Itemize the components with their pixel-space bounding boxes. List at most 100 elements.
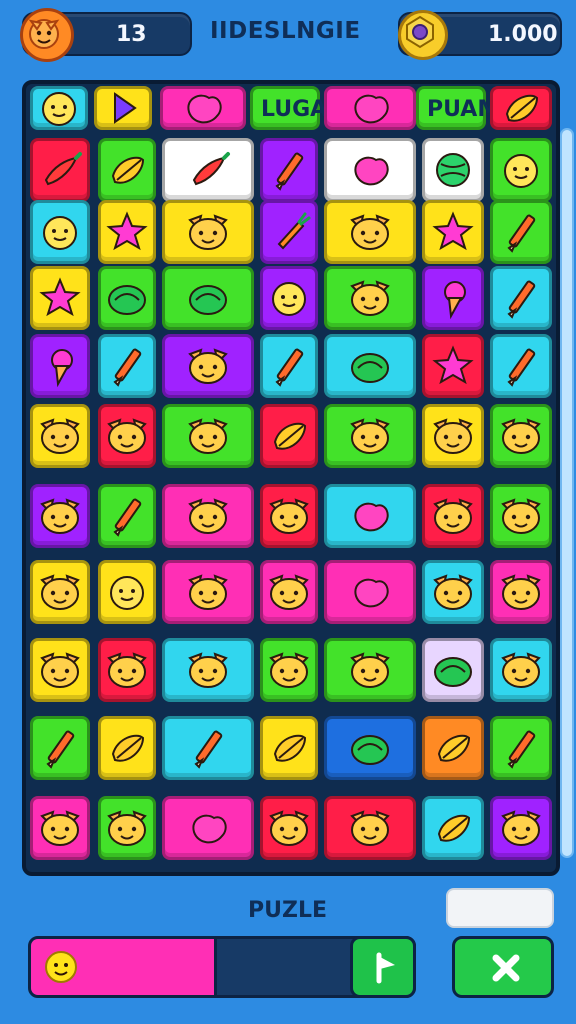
board-tile[interactable] bbox=[260, 404, 318, 468]
blob-icon bbox=[175, 80, 231, 136]
board-tile[interactable] bbox=[260, 266, 318, 330]
board-tile[interactable] bbox=[260, 138, 318, 202]
cat-icon bbox=[99, 408, 155, 464]
board-tile[interactable]: PUAME bbox=[416, 86, 514, 130]
board-tile[interactable] bbox=[260, 560, 318, 624]
board-tile[interactable] bbox=[324, 200, 416, 264]
board-tile[interactable] bbox=[30, 484, 90, 548]
board-tile[interactable] bbox=[98, 560, 156, 624]
board-tile[interactable] bbox=[324, 638, 416, 702]
level-value: 13 bbox=[116, 22, 147, 47]
board-tile[interactable] bbox=[98, 334, 156, 398]
board-tile[interactable] bbox=[98, 484, 156, 548]
board-tile[interactable] bbox=[324, 404, 416, 468]
cat-icon bbox=[493, 408, 549, 464]
board-tile[interactable] bbox=[422, 716, 484, 780]
board-tile[interactable] bbox=[162, 716, 254, 780]
board-tile[interactable] bbox=[30, 404, 90, 468]
bear-icon bbox=[342, 642, 398, 698]
board-tile[interactable] bbox=[490, 334, 552, 398]
board-tile[interactable] bbox=[98, 404, 156, 468]
board-tile[interactable] bbox=[260, 334, 318, 398]
board-tile[interactable] bbox=[490, 796, 552, 860]
board-tile[interactable] bbox=[98, 796, 156, 860]
board-tile[interactable] bbox=[324, 86, 416, 130]
board-tile[interactable] bbox=[260, 716, 318, 780]
board-tile[interactable] bbox=[30, 200, 90, 264]
pepper-icon bbox=[32, 142, 88, 198]
board-tile[interactable] bbox=[98, 138, 156, 202]
board-tile[interactable] bbox=[422, 560, 484, 624]
board-tile[interactable] bbox=[490, 266, 552, 330]
cat-icon bbox=[342, 204, 398, 260]
board-tile[interactable] bbox=[490, 138, 552, 202]
board-tile[interactable] bbox=[422, 638, 484, 702]
go-button[interactable] bbox=[350, 936, 416, 998]
board-tile[interactable] bbox=[162, 484, 254, 548]
board-tile[interactable] bbox=[422, 138, 484, 202]
bear-icon bbox=[32, 488, 88, 544]
board-tile[interactable] bbox=[324, 484, 416, 548]
board-tile[interactable] bbox=[162, 200, 254, 264]
board-tile[interactable] bbox=[422, 334, 484, 398]
board-tile[interactable] bbox=[30, 138, 90, 202]
board-tile[interactable] bbox=[162, 266, 254, 330]
leaf-icon bbox=[99, 142, 155, 198]
board-tile[interactable] bbox=[98, 200, 156, 264]
board-tile[interactable] bbox=[324, 138, 416, 202]
board-tile[interactable] bbox=[30, 86, 88, 130]
board-tile[interactable] bbox=[490, 200, 552, 264]
board-tile[interactable] bbox=[98, 716, 156, 780]
blob-icon bbox=[342, 564, 398, 620]
board-tile[interactable] bbox=[324, 716, 416, 780]
avatar-icon[interactable] bbox=[20, 8, 74, 62]
board-tile[interactable] bbox=[162, 560, 254, 624]
board-tile[interactable] bbox=[162, 404, 254, 468]
board-tile[interactable] bbox=[260, 200, 318, 264]
puzzle-label: PUZLE bbox=[248, 898, 327, 923]
board-tile[interactable] bbox=[98, 638, 156, 702]
board-tile[interactable] bbox=[98, 266, 156, 330]
board-tile[interactable] bbox=[260, 484, 318, 548]
board-tile[interactable] bbox=[30, 334, 90, 398]
pencil-icon bbox=[180, 720, 236, 776]
board-tile[interactable] bbox=[30, 560, 90, 624]
top-hud: 13 IIDESLNGIE 1.000 bbox=[0, 0, 576, 70]
board-tile[interactable] bbox=[490, 560, 552, 624]
star-icon bbox=[425, 338, 481, 394]
board-tile[interactable] bbox=[324, 266, 416, 330]
board-tile[interactable] bbox=[162, 796, 254, 860]
board-tile[interactable] bbox=[324, 560, 416, 624]
board-tile[interactable] bbox=[422, 484, 484, 548]
star-icon bbox=[99, 204, 155, 260]
board-tile[interactable] bbox=[422, 796, 484, 860]
board-tile[interactable] bbox=[94, 86, 152, 130]
board-tile[interactable] bbox=[490, 716, 552, 780]
board-tile[interactable] bbox=[324, 334, 416, 398]
board-tile[interactable] bbox=[260, 796, 318, 860]
board-tile[interactable] bbox=[162, 138, 254, 202]
board-scrollbar[interactable] bbox=[560, 128, 574, 858]
bear-icon bbox=[342, 800, 398, 856]
board-tile[interactable] bbox=[324, 796, 416, 860]
board-tile[interactable] bbox=[490, 86, 552, 130]
board-tile[interactable] bbox=[30, 716, 90, 780]
board-tile[interactable] bbox=[490, 404, 552, 468]
board-tile[interactable] bbox=[422, 404, 484, 468]
board-tile[interactable] bbox=[422, 200, 484, 264]
board-tile[interactable] bbox=[30, 266, 90, 330]
board-tile[interactable] bbox=[162, 334, 254, 398]
close-button[interactable] bbox=[452, 936, 554, 998]
star-icon bbox=[425, 204, 481, 260]
board-tile[interactable] bbox=[162, 638, 254, 702]
board-tile[interactable] bbox=[422, 266, 484, 330]
board-tile[interactable] bbox=[30, 638, 90, 702]
board-tile[interactable] bbox=[490, 638, 552, 702]
board-tile[interactable] bbox=[260, 638, 318, 702]
board-tile[interactable] bbox=[490, 484, 552, 548]
board-tile[interactable]: LUGAN bbox=[250, 86, 346, 130]
board-tile[interactable] bbox=[160, 86, 246, 130]
cat-icon bbox=[180, 338, 236, 394]
board-tile[interactable] bbox=[30, 796, 90, 860]
blob-icon bbox=[342, 142, 398, 198]
